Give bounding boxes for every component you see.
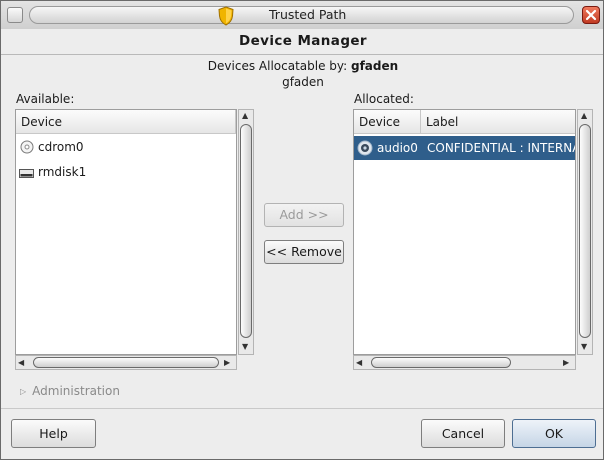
- scroll-up-arrow-icon[interactable]: ▲: [581, 111, 587, 121]
- scroll-left-arrow-icon[interactable]: ◀: [356, 358, 362, 368]
- scroll-down-arrow-icon[interactable]: ▼: [581, 342, 587, 352]
- add-button-label: Add >>: [279, 207, 329, 222]
- footer-separator: [1, 408, 603, 409]
- header-separator: [1, 54, 603, 55]
- allocatable-user: gfaden: [351, 59, 399, 73]
- expander-arrow-icon: ▷: [20, 387, 27, 396]
- scroll-thumb[interactable]: [240, 124, 252, 338]
- scroll-left-arrow-icon[interactable]: ◀: [18, 358, 24, 368]
- close-button[interactable]: [582, 6, 600, 24]
- scroll-right-arrow-icon[interactable]: ▶: [563, 358, 569, 368]
- scroll-up-arrow-icon[interactable]: ▲: [242, 111, 248, 121]
- scroll-right-arrow-icon[interactable]: ▶: [224, 358, 230, 368]
- cancel-button-label: Cancel: [441, 426, 485, 441]
- add-button[interactable]: Add >>: [264, 203, 344, 227]
- shield-icon: [218, 6, 234, 26]
- allocated-label: Allocated:: [354, 92, 414, 106]
- available-horizontal-scrollbar[interactable]: ◀ ▶: [15, 355, 237, 370]
- device-name: cdrom0: [38, 140, 84, 154]
- title-bar: Trusted Path: [1, 1, 603, 29]
- allocated-device-name: audio0: [377, 141, 418, 155]
- help-button-label: Help: [39, 426, 68, 441]
- scroll-thumb[interactable]: [371, 357, 511, 368]
- available-vertical-scrollbar[interactable]: ▲ ▼: [238, 109, 254, 355]
- removable-disk-icon: [19, 169, 34, 178]
- available-column-device[interactable]: Device: [16, 110, 236, 134]
- table-row-audio0[interactable]: audio0 CONFIDENTIAL : INTERNA: [354, 136, 575, 160]
- window-title: Trusted Path: [269, 7, 347, 22]
- cd-disc-icon: [20, 140, 34, 154]
- allocated-column-device[interactable]: Device: [354, 110, 421, 134]
- remove-button[interactable]: << Remove: [264, 240, 344, 264]
- administration-label: Administration: [32, 384, 120, 398]
- allocated-list[interactable]: Device Label audio0 CONFIDENTIAL : INTER…: [353, 109, 576, 355]
- help-button[interactable]: Help: [11, 419, 96, 448]
- available-label: Available:: [16, 92, 75, 106]
- administration-expander[interactable]: ▷ Administration: [20, 384, 120, 398]
- remove-button-label: << Remove: [266, 244, 342, 259]
- dialog-title: Device Manager: [239, 33, 367, 49]
- trusted-path-window: Trusted Path Device Manager Devices Allo…: [0, 0, 604, 460]
- allocated-device-label: CONFIDENTIAL : INTERNA: [427, 141, 575, 155]
- allocated-horizontal-scrollbar[interactable]: ◀ ▶: [353, 355, 576, 370]
- list-item-rmdisk1[interactable]: rmdisk1: [16, 160, 236, 184]
- close-icon: [585, 9, 597, 21]
- scroll-thumb[interactable]: [33, 357, 219, 368]
- current-user: gfaden: [282, 75, 324, 89]
- audio-device-icon: [357, 140, 373, 156]
- ok-button-label: OK: [544, 426, 564, 441]
- allocated-column-label[interactable]: Label: [421, 110, 575, 134]
- ok-button[interactable]: OK: [512, 419, 596, 448]
- cancel-button[interactable]: Cancel: [421, 419, 505, 448]
- allocatable-prefix: Devices Allocatable by:: [207, 59, 348, 73]
- scroll-down-arrow-icon[interactable]: ▼: [242, 342, 248, 352]
- device-name: rmdisk1: [38, 165, 87, 179]
- allocatable-by: Devices Allocatable by: gfaden: [1, 59, 604, 73]
- list-item-cdrom0[interactable]: cdrom0: [16, 135, 236, 159]
- window-menu-button[interactable]: [7, 7, 23, 23]
- scroll-thumb[interactable]: [579, 124, 591, 338]
- available-list[interactable]: Device cdrom0 rmdisk1: [15, 109, 237, 355]
- allocated-vertical-scrollbar[interactable]: ▲ ▼: [577, 109, 593, 355]
